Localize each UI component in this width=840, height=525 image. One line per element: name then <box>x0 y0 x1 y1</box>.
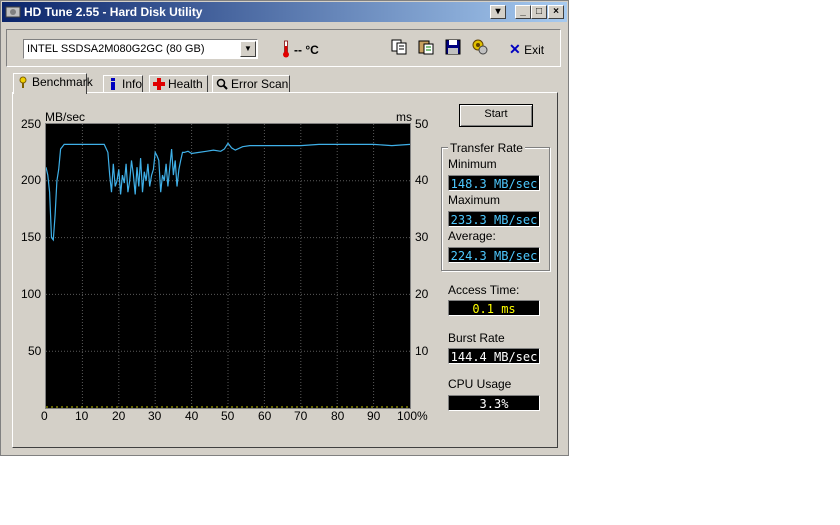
tab-label: Error Scan <box>231 77 289 91</box>
exit-label: Exit <box>524 43 545 57</box>
temperature-value: -- °C <box>294 43 319 57</box>
left-tick: 250 <box>21 117 42 131</box>
right-axis-unit: ms <box>396 110 412 124</box>
x-tick: 20 <box>112 409 126 423</box>
exit-x-icon: ✕ <box>509 41 521 57</box>
x-tick: 60 <box>258 409 272 423</box>
burst-rate-value: 144.4 MB/sec <box>448 348 540 364</box>
x-tick: 100% <box>397 409 428 423</box>
info-icon <box>111 78 115 90</box>
toolbar: INTEL SSDSA2M080G2GC (80 GB) ▼ -- °C ✕ E… <box>6 29 561 67</box>
title-bar[interactable]: HD Tune 2.55 - Hard Disk Utility ▾ _ □ × <box>2 2 567 22</box>
x-tick: 70 <box>294 409 308 423</box>
right-tick: 50 <box>415 117 429 131</box>
tab-label: Benchmark <box>32 75 93 89</box>
right-tick: 20 <box>415 287 429 301</box>
window-title: HD Tune 2.55 - Hard Disk Utility <box>24 5 203 19</box>
transfer-rate-title: Transfer Rate <box>448 141 525 155</box>
thermometer-icon <box>283 40 289 58</box>
drive-select[interactable]: INTEL SSDSA2M080G2GC (80 GB) ▼ <box>23 39 258 59</box>
start-button[interactable]: Start <box>459 104 533 127</box>
settings-icon[interactable] <box>471 38 489 56</box>
access-time-label: Access Time: <box>448 283 520 297</box>
maximum-label: Maximum <box>448 193 501 207</box>
tab-error-scan[interactable]: Error Scan <box>212 75 290 93</box>
chevron-down-icon[interactable]: ▼ <box>240 41 256 57</box>
maximum-value: 233.3 MB/sec <box>448 211 540 227</box>
tab-info[interactable]: Info <box>103 75 143 93</box>
app-window: HD Tune 2.55 - Hard Disk Utility ▾ _ □ ×… <box>0 0 569 456</box>
paste-icon[interactable] <box>417 38 435 56</box>
save-icon[interactable] <box>444 38 462 56</box>
left-tick: 200 <box>21 173 42 187</box>
graph-plot <box>45 124 411 408</box>
access-time-value: 0.1 ms <box>448 300 540 316</box>
cpu-usage-value: 3.3% <box>448 395 540 411</box>
x-tick: 30 <box>148 409 162 423</box>
tab-health[interactable]: Health <box>149 75 208 93</box>
tab-label: Info <box>122 77 143 91</box>
average-label: Average: <box>448 229 496 243</box>
x-tick: 10 <box>75 409 89 423</box>
left-axis-unit: MB/sec <box>45 110 86 124</box>
burst-rate-label: Burst Rate <box>448 331 505 345</box>
x-tick: 50 <box>221 409 235 423</box>
app-icon <box>5 6 21 18</box>
exit-button[interactable]: ✕ Exit <box>509 41 544 58</box>
left-tick: 150 <box>21 230 42 244</box>
cpu-usage-label: CPU Usage <box>448 377 512 391</box>
x-tick: 40 <box>185 409 199 423</box>
right-tick: 40 <box>415 173 429 187</box>
x-tick: 80 <box>331 409 345 423</box>
copy-icon[interactable] <box>390 38 408 56</box>
left-tick: 100 <box>21 287 42 301</box>
minimum-label: Minimum <box>448 157 497 171</box>
minimize-icon[interactable]: _ <box>515 5 531 19</box>
benchmark-graph <box>45 123 411 409</box>
minimum-value: 148.3 MB/sec <box>448 175 540 191</box>
right-tick: 30 <box>415 230 429 244</box>
magnifier-icon <box>216 78 228 90</box>
temperature-display: -- °C <box>282 40 332 58</box>
right-tick: 10 <box>415 344 429 358</box>
x-tick: 90 <box>367 409 381 423</box>
left-tick: 50 <box>28 344 42 358</box>
x-tick: 0 <box>41 409 48 423</box>
benchmark-icon <box>19 76 27 88</box>
tab-benchmark[interactable]: Benchmark <box>13 73 93 94</box>
maximize-icon[interactable]: □ <box>531 5 547 19</box>
drive-select-value: INTEL SSDSA2M080G2GC (80 GB) <box>27 43 205 55</box>
average-value: 224.3 MB/sec <box>448 247 540 263</box>
close-icon[interactable]: × <box>548 5 564 19</box>
toolbar-dropdown-icon[interactable]: ▾ <box>490 5 506 19</box>
health-cross-icon <box>153 78 165 90</box>
tab-label: Health <box>168 77 203 91</box>
